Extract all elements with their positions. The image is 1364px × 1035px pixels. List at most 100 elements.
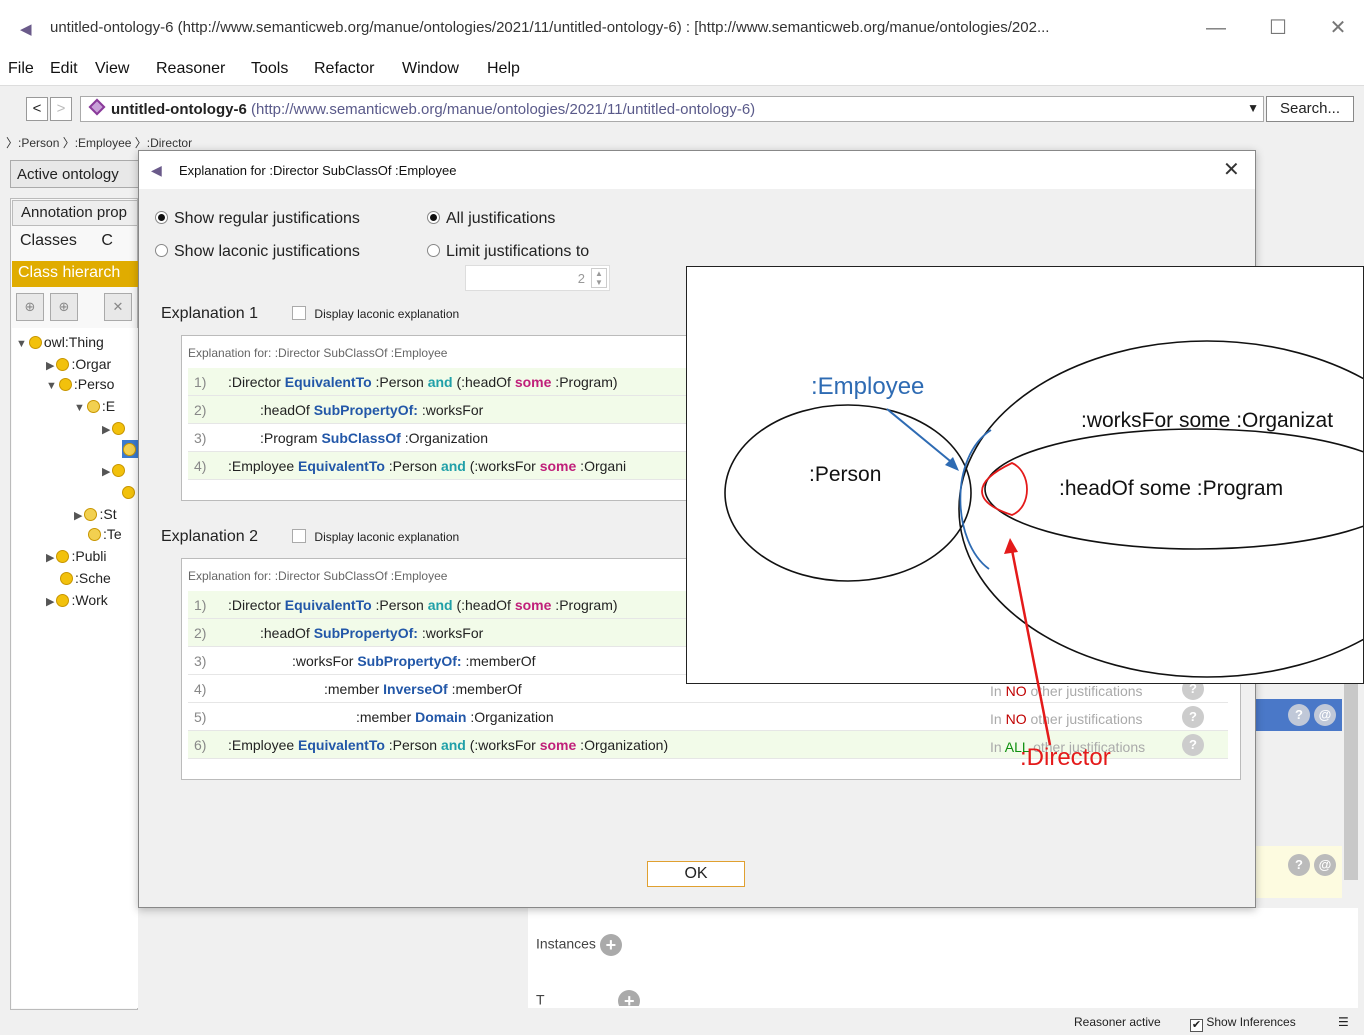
director-region-outline xyxy=(981,462,1028,516)
axiom-keyword: some xyxy=(514,597,552,613)
tree-node-person[interactable]: ▼:Perso xyxy=(46,376,114,392)
close-dialog-button[interactable]: ✕ xyxy=(1223,157,1240,182)
defined-class-icon xyxy=(88,528,101,541)
menu-view[interactable]: View xyxy=(95,60,129,78)
tree-label: :Orgar xyxy=(71,356,112,372)
explanation-for: Explanation for: :Director SubClassOf :E… xyxy=(188,569,448,583)
search-button[interactable]: Search... xyxy=(1266,96,1354,122)
menu-refactor[interactable]: Refactor xyxy=(314,60,374,78)
add-type-icon[interactable]: + xyxy=(618,990,641,1006)
ontology-selector[interactable]: untitled-ontology-6 (http://www.semantic… xyxy=(80,96,1264,122)
axiom-row[interactable]: 5):member Domain :Organization In NO othe… xyxy=(188,703,1228,731)
axiom-entity: :Program xyxy=(260,430,322,446)
axiom-entity: :worksFor xyxy=(292,653,358,669)
help-icon[interactable]: ? xyxy=(1288,854,1310,876)
axiom-keyword: and xyxy=(427,374,453,390)
checkbox-checked-icon[interactable]: ✔ xyxy=(1190,1019,1203,1032)
axiom-entity: :Organization xyxy=(400,430,488,446)
help-icon[interactable]: ? xyxy=(1182,734,1204,756)
tree-node-schedule[interactable]: :Sche xyxy=(60,570,111,586)
radio-laconic-justifications[interactable]: Show laconic justifications xyxy=(155,243,360,261)
tree-node-work[interactable]: ▶:Work xyxy=(46,592,108,608)
laconic-checkbox[interactable] xyxy=(292,529,307,543)
add-subclass-icon[interactable]: ⊕ xyxy=(16,293,44,321)
radio-limit-justifications[interactable]: Limit justifications to xyxy=(427,243,589,261)
tree-node-organization[interactable]: ▶:Orgar xyxy=(46,356,111,372)
axiom-entity: :Employee xyxy=(228,458,299,474)
add-sibling-icon[interactable]: ⊕ xyxy=(50,293,78,321)
scrollbar-thumb[interactable] xyxy=(1344,660,1358,880)
axiom-entity: :Program) xyxy=(551,374,618,390)
close-window-button[interactable]: ✕ xyxy=(1318,14,1358,42)
tab-classes-label: Classes xyxy=(20,232,77,249)
menu-help[interactable]: Help xyxy=(487,60,520,78)
tree-node-student[interactable]: ▶:St xyxy=(74,506,117,522)
tree-node-director-selected[interactable] xyxy=(122,440,139,458)
axiom-number: 1) xyxy=(194,597,207,613)
radio-label: Show regular justifications xyxy=(174,210,360,227)
annotate-icon[interactable]: @ xyxy=(1314,704,1336,726)
back-button[interactable]: < xyxy=(26,97,48,121)
tree-label: owl:Thing xyxy=(43,334,104,350)
axiom-entity: :Employee xyxy=(228,737,299,753)
axiom-entity: :Program) xyxy=(551,597,618,613)
axiom-entity: :headOf xyxy=(260,402,314,418)
forward-button[interactable]: > xyxy=(50,97,72,121)
axiom-number: 6) xyxy=(194,737,207,753)
radio-all-justifications[interactable]: All justifications xyxy=(427,210,555,228)
tree-node-publication[interactable]: ▶:Publi xyxy=(46,548,107,564)
tree-node-thing[interactable]: ▼ owl:Thing xyxy=(16,334,104,350)
limit-spinner[interactable]: 2 ▲ ▼ xyxy=(465,265,610,291)
tab-classes[interactable]: Classes C xyxy=(12,228,138,256)
label-worksfor: :worksFor some :Organizat xyxy=(1081,409,1334,432)
laconic-label: Display laconic explanation xyxy=(314,530,460,544)
menu-window[interactable]: Window xyxy=(402,60,459,78)
breadcrumb-person[interactable]: :Person xyxy=(18,136,59,150)
ok-button[interactable]: OK xyxy=(647,861,745,887)
maximize-button[interactable]: ☐ xyxy=(1258,14,1298,42)
axiom-entity: :Person xyxy=(384,737,441,753)
minimize-button[interactable]: — xyxy=(1196,14,1236,42)
window-title: untitled-ontology-6 (http://www.semantic… xyxy=(50,19,1050,36)
menu-tools[interactable]: Tools xyxy=(251,60,288,78)
add-instance-icon[interactable]: + xyxy=(599,934,622,956)
show-inferences-toggle[interactable]: ✔ Show Inferences xyxy=(1190,1015,1296,1032)
help-icon[interactable]: ? xyxy=(1288,704,1310,726)
explanation-heading: Explanation 2 xyxy=(161,528,258,545)
axiom-entity: :worksFor xyxy=(417,625,484,641)
breadcrumb-employee[interactable]: :Employee xyxy=(75,136,132,150)
tab-annotation-properties[interactable]: Annotation prop xyxy=(12,200,138,226)
axiom-number: 3) xyxy=(194,430,207,446)
axiom-number: 2) xyxy=(194,625,207,641)
tree-node-teacher[interactable]: :Te xyxy=(88,526,122,542)
tree-node-sub2[interactable]: ▶ xyxy=(102,462,127,478)
breadcrumb-director[interactable]: :Director xyxy=(147,136,192,150)
laconic-label: Display laconic explanation xyxy=(314,307,460,321)
tree-label: :E xyxy=(101,398,116,414)
class-icon xyxy=(122,486,135,499)
tab-partial-label: C xyxy=(101,232,113,249)
axiom-text: :headOf SubPropertyOf: :worksFor xyxy=(260,402,483,418)
tree-node-sub1[interactable]: ▶ xyxy=(102,420,127,436)
defined-class-icon xyxy=(123,443,136,456)
spinner-arrows-icon[interactable]: ▲ ▼ xyxy=(591,268,607,288)
tab-active-ontology[interactable]: Active ontology xyxy=(10,160,140,188)
annotate-icon[interactable]: @ xyxy=(1314,854,1336,876)
menu-reasoner[interactable]: Reasoner xyxy=(156,60,225,78)
axiom-entity: (:worksFor xyxy=(465,458,540,474)
chevron-down-icon[interactable]: ▼ xyxy=(1247,101,1259,115)
menu-edit[interactable]: Edit xyxy=(50,60,78,78)
tree-node-sub3[interactable] xyxy=(122,484,137,500)
log-icon[interactable]: ☰ xyxy=(1338,1015,1349,1029)
menu-file[interactable]: File xyxy=(8,60,34,78)
laconic-checkbox[interactable] xyxy=(292,306,307,320)
label-director: :Director xyxy=(1020,744,1111,771)
delete-class-icon[interactable]: ✕ xyxy=(104,293,132,321)
ontology-name: untitled-ontology-6 xyxy=(111,101,247,118)
help-icon[interactable]: ? xyxy=(1182,706,1204,728)
radio-regular-justifications[interactable]: Show regular justifications xyxy=(155,210,360,228)
tree-node-employee[interactable]: ▼:E xyxy=(74,398,115,414)
axiom-keyword: SubPropertyOf: xyxy=(357,653,462,669)
axiom-entity: :Person xyxy=(384,458,441,474)
person-ellipse xyxy=(724,404,972,582)
